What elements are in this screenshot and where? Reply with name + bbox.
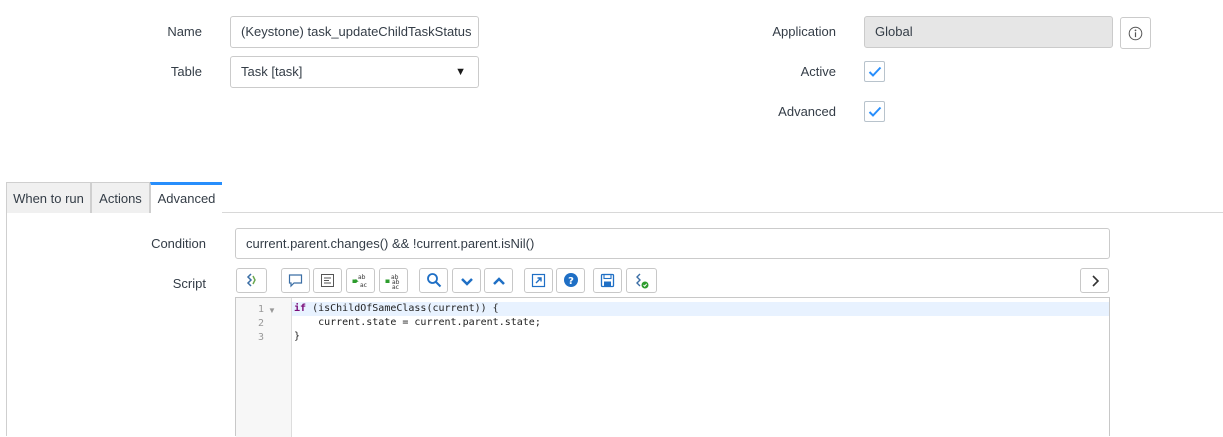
comment-button[interactable] xyxy=(281,268,310,293)
svg-text:ac: ac xyxy=(392,284,399,289)
replace-icon: ab ac xyxy=(352,274,367,289)
code-text: } xyxy=(294,331,301,342)
info-icon xyxy=(1128,26,1143,41)
help-button[interactable]: ? xyxy=(556,268,585,293)
line-number: 3 xyxy=(257,332,264,343)
replace-all-button[interactable]: ab ab ac xyxy=(379,268,408,293)
align-icon xyxy=(321,274,334,287)
line-number: 1 xyxy=(257,304,264,315)
svg-text:ac: ac xyxy=(360,282,367,289)
next-icon xyxy=(461,278,473,286)
table-select-value: Task [task] xyxy=(241,64,303,79)
tab-bar-divider xyxy=(222,212,1223,213)
script-editor[interactable]: 1 ▼ 2 3 if (isChildOfSameClass(current))… xyxy=(235,297,1110,437)
format-code-icon xyxy=(246,273,256,287)
panel-border xyxy=(6,212,7,436)
condition-field[interactable]: current.parent.changes() && !current.par… xyxy=(235,228,1110,259)
chevron-right-icon xyxy=(1092,275,1100,287)
chevron-down-icon: ▼ xyxy=(455,66,466,78)
replace-all-icon: ab ab ac xyxy=(385,274,400,289)
checkmark-icon xyxy=(868,106,882,117)
previous-icon xyxy=(493,277,505,285)
table-select[interactable]: Task [task] ▼ xyxy=(230,56,479,88)
fullscreen-button[interactable] xyxy=(524,268,553,293)
svg-text:?: ? xyxy=(568,276,574,287)
help-icon: ? xyxy=(564,273,578,287)
save-button[interactable] xyxy=(593,268,622,293)
tab-actions[interactable]: Actions xyxy=(91,182,150,213)
checkmark-icon xyxy=(868,66,882,77)
find-previous-button[interactable] xyxy=(484,268,513,293)
expand-panel-button[interactable] xyxy=(1080,268,1109,293)
replace-button[interactable]: ab ac xyxy=(346,268,375,293)
code-line: } xyxy=(294,331,300,342)
advanced-checkbox[interactable] xyxy=(864,101,885,122)
search-button[interactable] xyxy=(419,268,448,293)
fold-arrow-icon[interactable]: ▼ xyxy=(268,306,276,315)
application-info-button[interactable] xyxy=(1120,17,1151,49)
application-label: Application xyxy=(772,24,836,39)
find-next-button[interactable] xyxy=(452,268,481,293)
active-label: Active xyxy=(800,64,836,79)
advanced-label: Advanced xyxy=(778,104,836,119)
code-keyword: if xyxy=(294,303,307,314)
format-code-button[interactable] xyxy=(236,268,267,293)
application-field: Global xyxy=(864,16,1113,48)
table-label: Table xyxy=(170,64,202,79)
condition-label: Condition xyxy=(151,236,206,251)
line-number: 2 xyxy=(257,318,264,329)
script-debugger-icon xyxy=(636,273,649,289)
save-icon xyxy=(600,273,615,288)
code-text: (isChildOfSameClass(current)) { xyxy=(306,303,499,314)
align-button[interactable] xyxy=(313,268,342,293)
fullscreen-icon xyxy=(531,273,546,288)
name-label: Name xyxy=(167,24,202,39)
search-icon xyxy=(427,273,442,288)
tab-advanced[interactable]: Advanced xyxy=(150,182,222,213)
code-line: current.state = current.parent.state; xyxy=(294,317,541,328)
name-field[interactable]: (Keystone) task_updateChildTaskStatus xyxy=(230,16,479,48)
svg-text:ab: ab xyxy=(358,274,366,281)
script-debugger-button[interactable] xyxy=(626,268,657,293)
code-text: current.state = current.parent.state; xyxy=(294,317,541,328)
comment-icon xyxy=(288,274,303,288)
code-line: if (isChildOfSameClass(current)) { xyxy=(294,303,499,314)
tab-when-to-run[interactable]: When to run xyxy=(6,182,91,213)
active-checkbox[interactable] xyxy=(864,61,885,82)
script-label: Script xyxy=(172,276,206,291)
